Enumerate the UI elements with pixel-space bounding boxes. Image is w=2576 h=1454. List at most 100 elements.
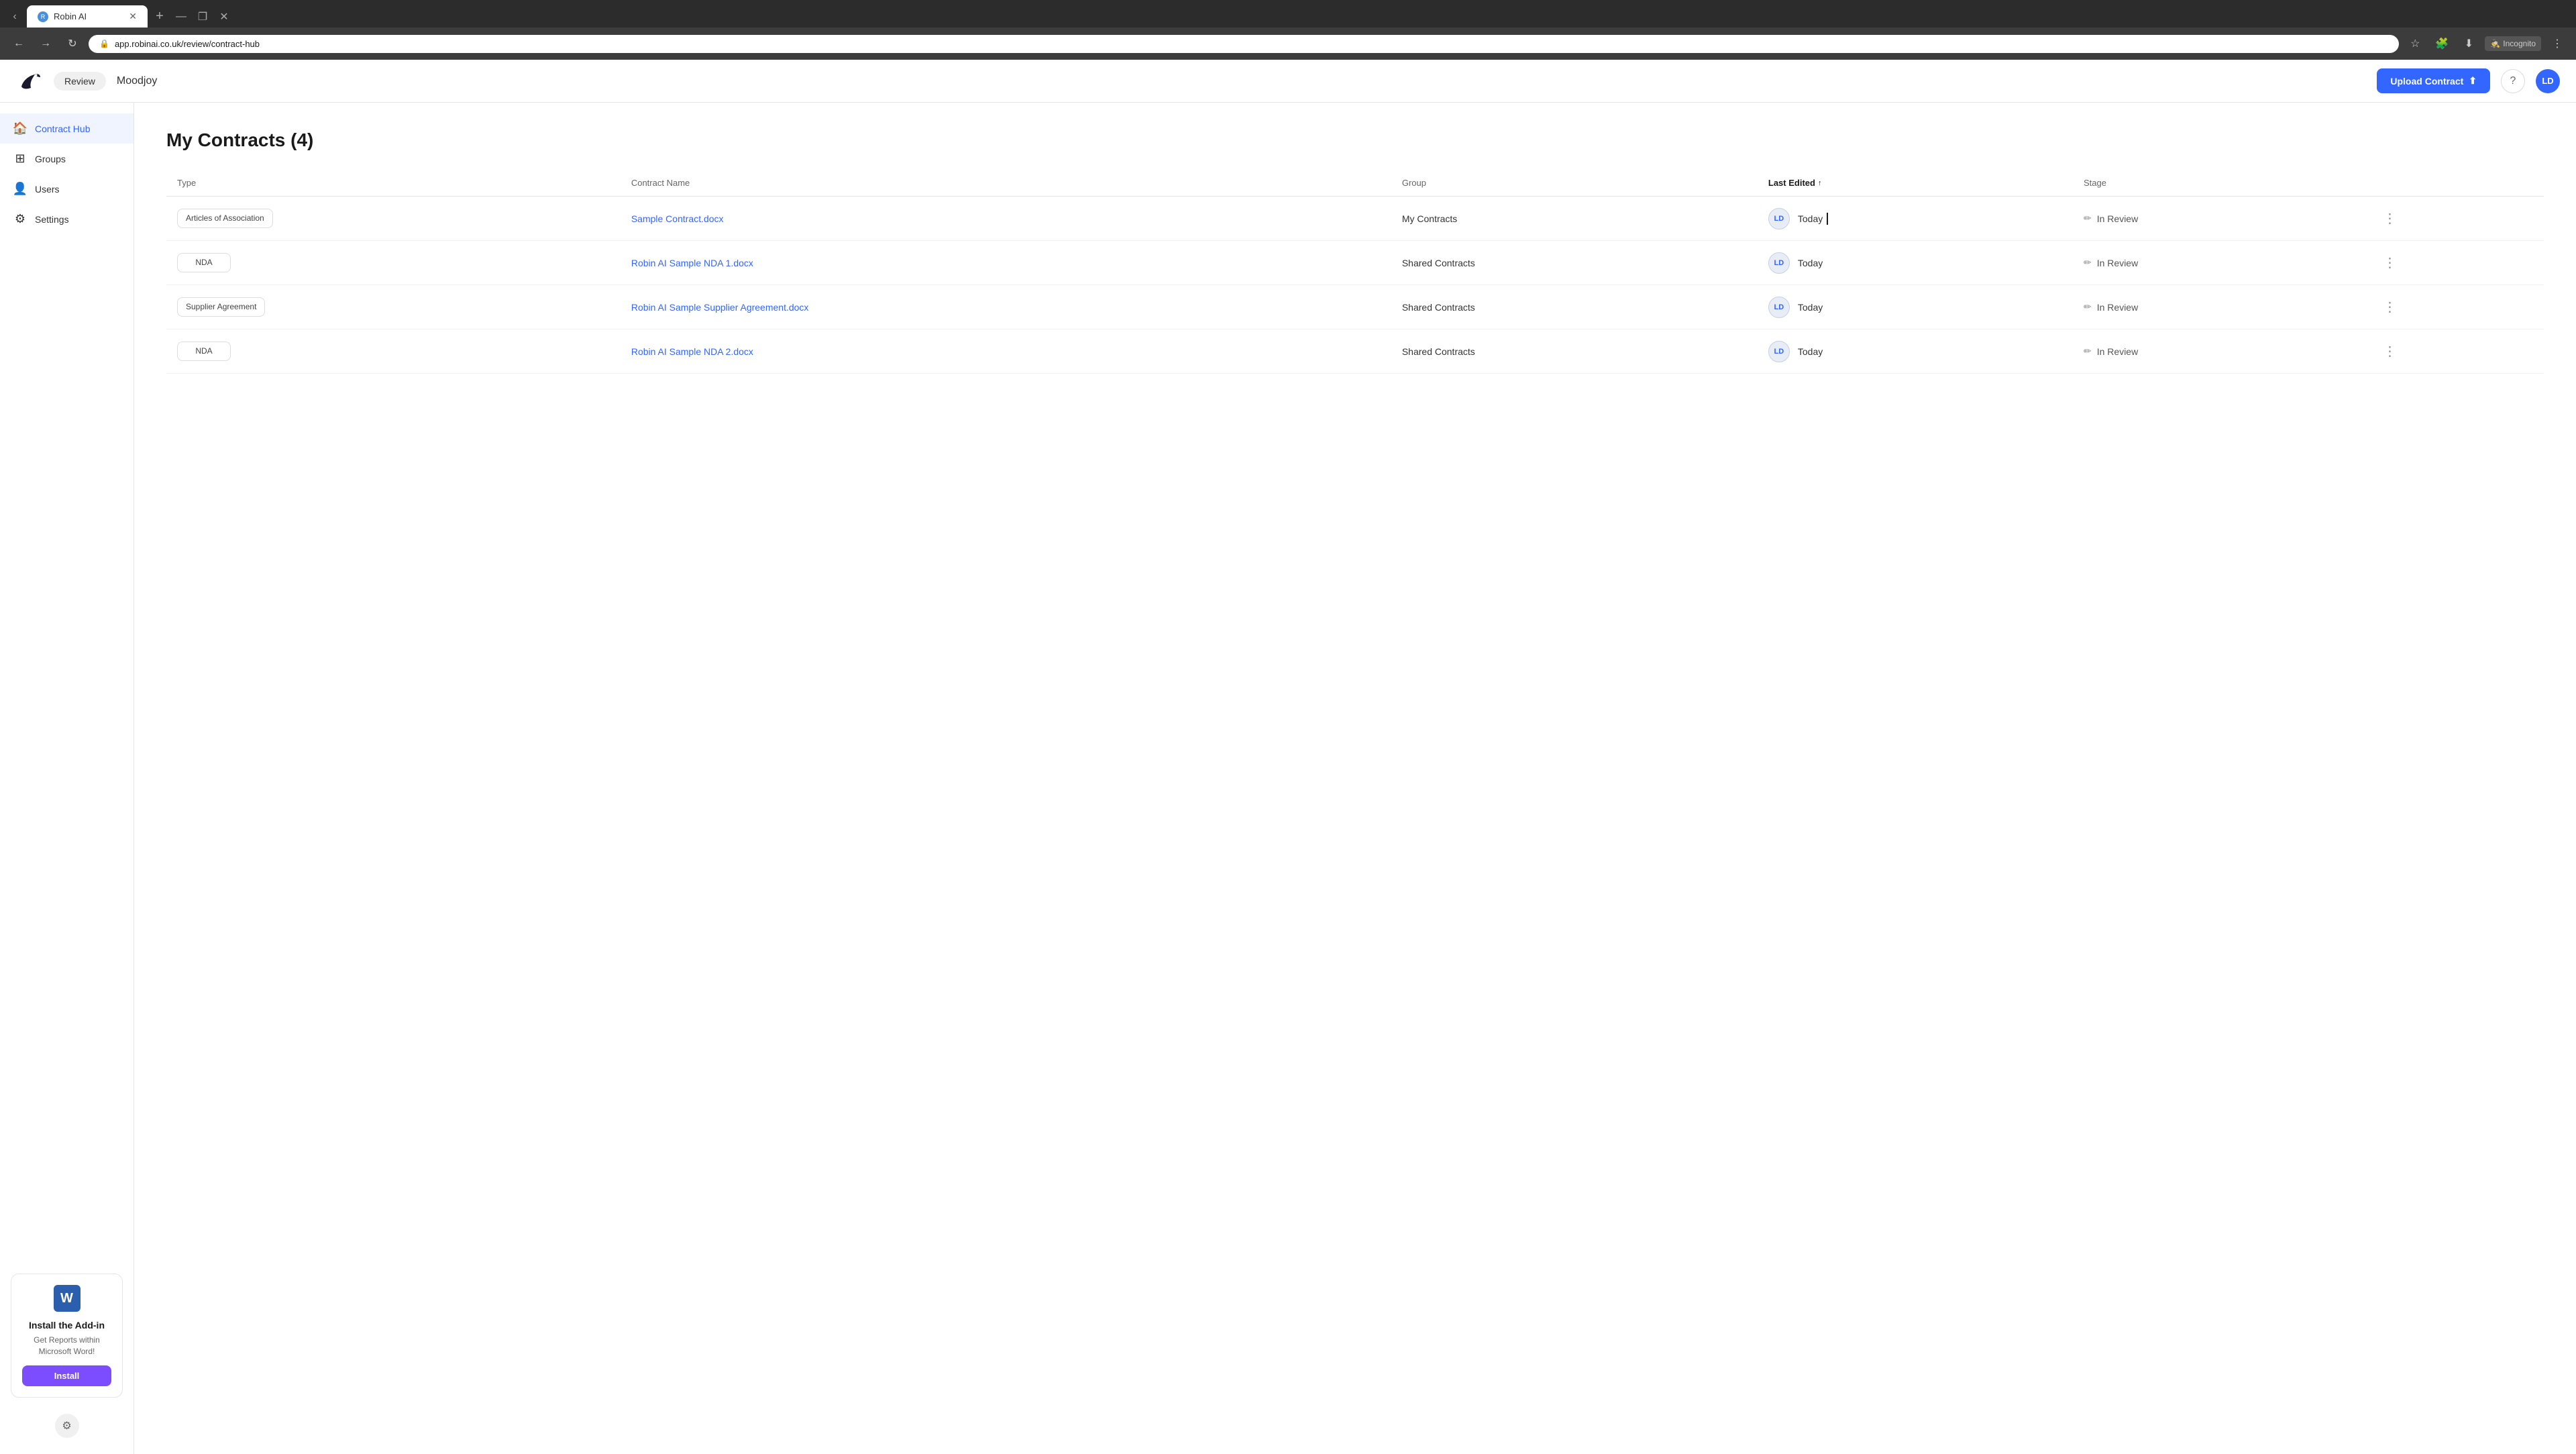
user-avatar-sm-0: LD: [1768, 208, 1790, 229]
table-row[interactable]: Supplier Agreement Robin AI Sample Suppl…: [166, 285, 2544, 329]
sidebar-item-groups[interactable]: ⊞ Groups: [0, 144, 133, 174]
window-minimize-button[interactable]: —: [172, 7, 191, 26]
tab-nav-prev[interactable]: ‹: [5, 7, 24, 26]
last-edited-text-1: Today: [1798, 258, 1823, 268]
cell-name-0: Sample Contract.docx: [621, 197, 1391, 241]
more-options-button-0[interactable]: ⋮: [2378, 207, 2402, 229]
cell-name-1: Robin AI Sample NDA 1.docx: [621, 241, 1391, 285]
window-restore-button[interactable]: ❐: [193, 7, 212, 26]
contract-link-3[interactable]: Robin AI Sample NDA 2.docx: [631, 346, 753, 357]
col-header-group: Group: [1391, 172, 1758, 197]
last-edited-text-2: Today: [1798, 302, 1823, 313]
new-tab-button[interactable]: +: [150, 7, 169, 26]
user-avatar-sm-1: LD: [1768, 252, 1790, 274]
table-row[interactable]: NDA Robin AI Sample NDA 2.docx Shared Co…: [166, 329, 2544, 374]
browser-toolbar: ← → ↻ 🔒 app.robinai.co.uk/review/contrac…: [0, 28, 2576, 60]
sidebar: 🏠 Contract Hub ⊞ Groups 👤 Users ⚙ Settin…: [0, 103, 134, 1454]
cell-stage-2: ✏ In Review: [2073, 285, 2367, 329]
forward-button[interactable]: →: [35, 33, 56, 54]
cell-name-3: Robin AI Sample NDA 2.docx: [621, 329, 1391, 374]
cell-group-1: Shared Contracts: [1391, 241, 1758, 285]
col-header-actions: [2367, 172, 2544, 197]
review-badge[interactable]: Review: [54, 72, 106, 91]
sidebar-label-contract-hub: Contract Hub: [35, 123, 90, 134]
more-options-button-2[interactable]: ⋮: [2378, 296, 2402, 318]
robin-logo: [16, 68, 43, 95]
org-name: Moodjoy: [117, 75, 157, 87]
user-avatar[interactable]: LD: [2536, 69, 2560, 93]
downloads-button[interactable]: ⬇: [2458, 33, 2479, 54]
table-row[interactable]: NDA Robin AI Sample NDA 1.docx Shared Co…: [166, 241, 2544, 285]
cell-more-0: ⋮: [2367, 197, 2544, 241]
users-icon: 👤: [13, 182, 27, 196]
cell-type-3: NDA: [166, 329, 621, 374]
top-nav: Review Moodjoy Upload Contract ⬆ ? LD: [0, 60, 2576, 103]
refresh-button[interactable]: ↻: [62, 33, 83, 54]
extensions-button[interactable]: 🧩: [2431, 33, 2453, 54]
bottom-settings-button[interactable]: ⚙: [55, 1414, 79, 1438]
active-tab[interactable]: R Robin AI ✕: [27, 5, 148, 28]
sidebar-item-contract-hub[interactable]: 🏠 Contract Hub: [0, 113, 133, 144]
cell-more-1: ⋮: [2367, 241, 2544, 285]
cell-last-edited-2: LD Today: [1758, 285, 2073, 329]
settings-icon: ⚙: [13, 212, 27, 226]
cell-group-0: My Contracts: [1391, 197, 1758, 241]
more-options-button-1[interactable]: ⋮: [2378, 252, 2402, 274]
install-button[interactable]: Install: [22, 1365, 111, 1386]
user-avatar-sm-2: LD: [1768, 297, 1790, 318]
cell-stage-0: ✏ In Review: [2073, 197, 2367, 241]
cell-last-edited-1: LD Today: [1758, 241, 2073, 285]
page-title: My Contracts (4): [166, 129, 2544, 151]
home-icon: 🏠: [13, 121, 27, 136]
table-row[interactable]: Articles of Association Sample Contract.…: [166, 197, 2544, 241]
tab-bar: ‹ R Robin AI ✕ + — ❐ ✕: [0, 0, 2576, 28]
stage-text-2: In Review: [2097, 302, 2138, 313]
url-text: app.robinai.co.uk/review/contract-hub: [115, 39, 260, 49]
cell-last-edited-0: LD Today: [1758, 197, 2073, 241]
stage-text-3: In Review: [2097, 346, 2138, 357]
col-header-contract-name: Contract Name: [621, 172, 1391, 197]
contract-link-1[interactable]: Robin AI Sample NDA 1.docx: [631, 258, 753, 268]
window-close-button[interactable]: ✕: [215, 7, 233, 26]
cell-type-2: Supplier Agreement: [166, 285, 621, 329]
sidebar-label-groups: Groups: [35, 154, 66, 164]
bookmark-button[interactable]: ☆: [2404, 33, 2426, 54]
last-edited-text-3: Today: [1798, 346, 1823, 357]
sidebar-label-settings: Settings: [35, 214, 69, 225]
help-button[interactable]: ?: [2501, 69, 2525, 93]
sidebar-item-users[interactable]: 👤 Users: [0, 174, 133, 204]
more-options-button-3[interactable]: ⋮: [2378, 340, 2402, 362]
app-container: Review Moodjoy Upload Contract ⬆ ? LD 🏠 …: [0, 60, 2576, 1454]
sort-icon: ↑: [1818, 179, 1822, 187]
app-logo: [16, 68, 43, 95]
upload-contract-button[interactable]: Upload Contract ⬆: [2377, 68, 2490, 93]
last-edited-text-0: Today: [1798, 213, 1823, 224]
browser-menu-button[interactable]: ⋮: [2546, 33, 2568, 54]
contract-link-0[interactable]: Sample Contract.docx: [631, 213, 724, 224]
cell-type-1: NDA: [166, 241, 621, 285]
cell-more-3: ⋮: [2367, 329, 2544, 374]
tab-close-button[interactable]: ✕: [129, 11, 137, 22]
incognito-badge: 🕵 Incognito: [2485, 36, 2541, 51]
type-badge-2: Supplier Agreement: [177, 297, 265, 317]
type-badge-3: NDA: [177, 342, 231, 362]
help-icon: ?: [2510, 75, 2516, 87]
cell-group-2: Shared Contracts: [1391, 285, 1758, 329]
upload-label: Upload Contract: [2390, 76, 2463, 87]
address-bar[interactable]: 🔒 app.robinai.co.uk/review/contract-hub: [89, 35, 2399, 53]
addin-card: W Install the Add-in Get Reports within …: [11, 1274, 123, 1398]
cell-group-3: Shared Contracts: [1391, 329, 1758, 374]
sidebar-label-users: Users: [35, 184, 60, 195]
cell-type-0: Articles of Association: [166, 197, 621, 241]
type-badge-1: NDA: [177, 253, 231, 273]
col-header-last-edited[interactable]: Last Edited ↑: [1758, 172, 2073, 197]
stage-text-1: In Review: [2097, 258, 2138, 268]
back-button[interactable]: ←: [8, 33, 30, 54]
cursor-indicator: [1827, 213, 1828, 225]
contract-link-2[interactable]: Robin AI Sample Supplier Agreement.docx: [631, 302, 809, 313]
tab-title: Robin AI: [54, 11, 87, 21]
word-icon: W: [54, 1285, 80, 1312]
sidebar-item-settings[interactable]: ⚙ Settings: [0, 204, 133, 234]
upload-icon: ⬆: [2469, 75, 2477, 87]
cell-name-2: Robin AI Sample Supplier Agreement.docx: [621, 285, 1391, 329]
